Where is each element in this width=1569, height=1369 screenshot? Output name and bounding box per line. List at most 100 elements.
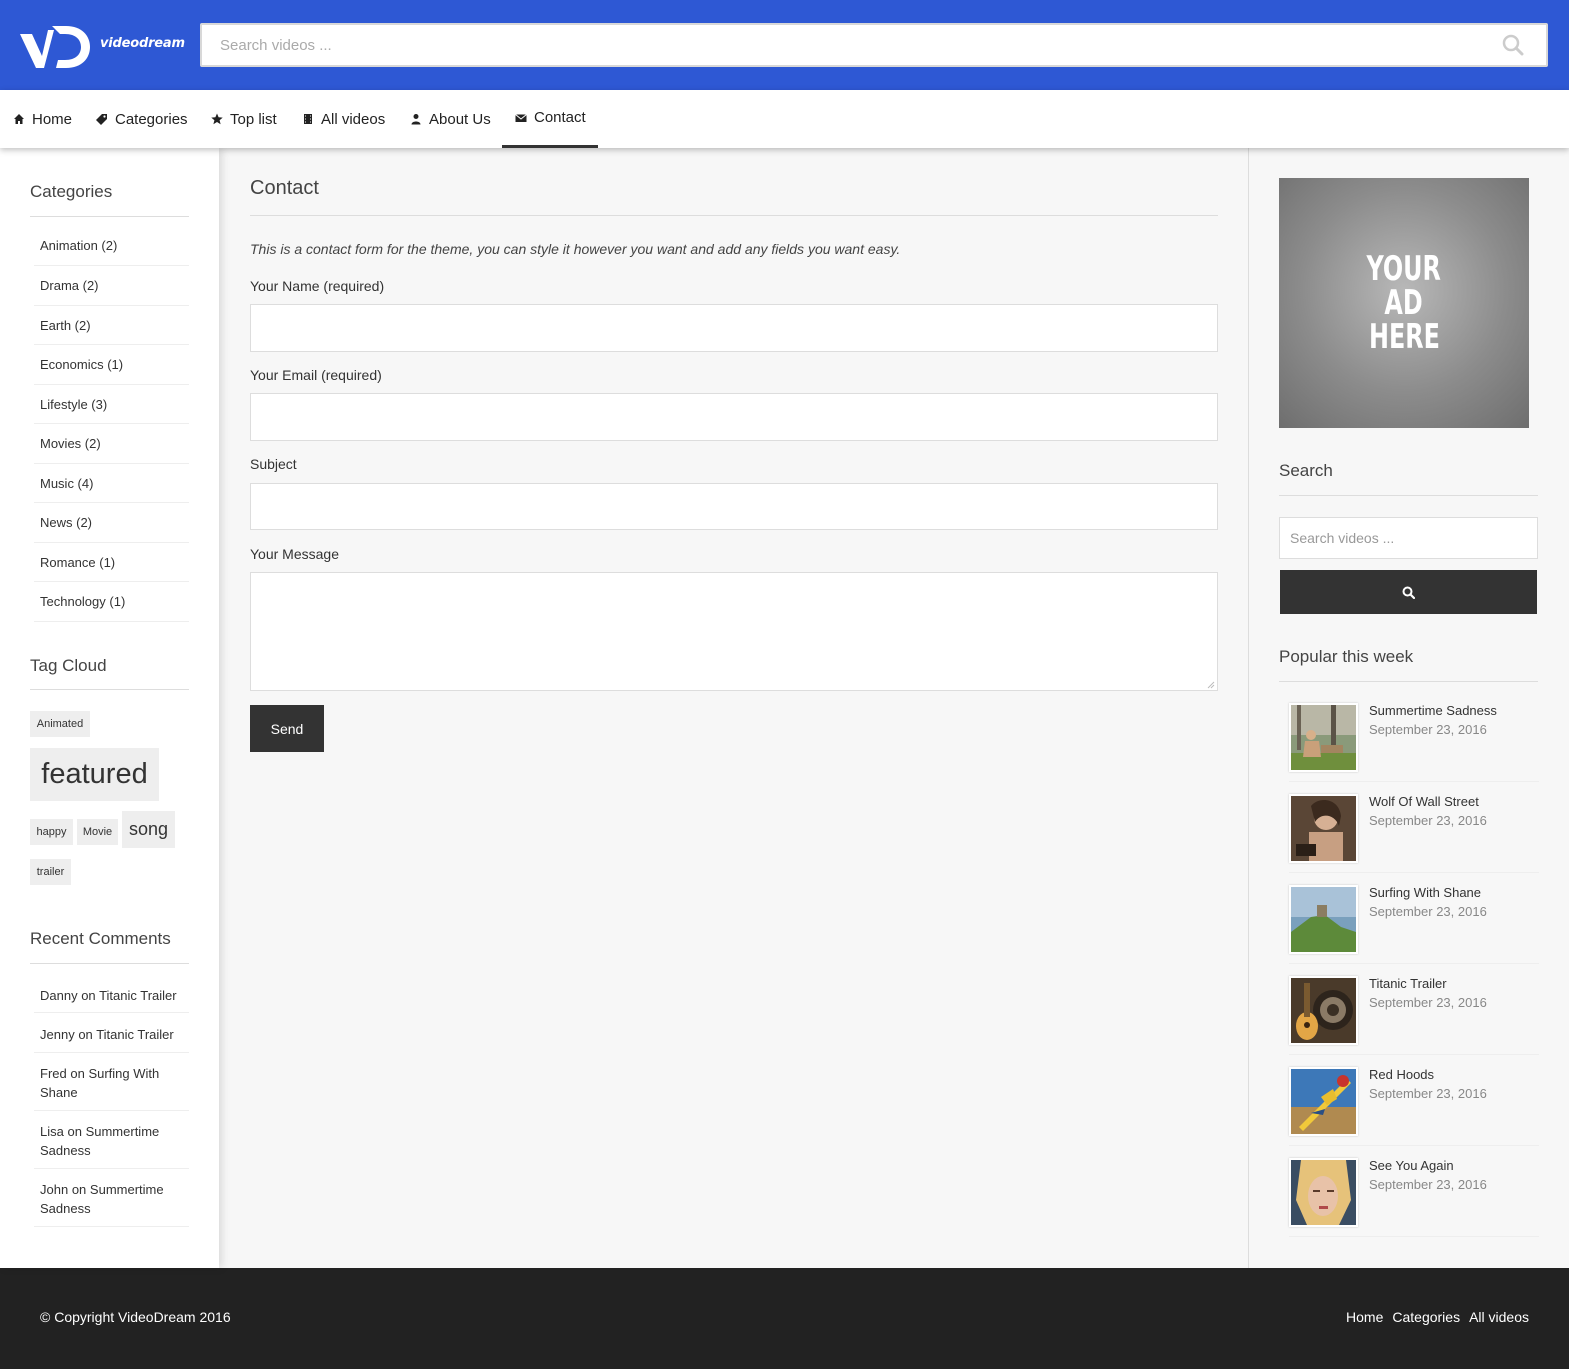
popular-item-title[interactable]: Wolf Of Wall Street	[1369, 794, 1479, 809]
popular-item[interactable]: Surfing With Shane September 23, 2016	[1289, 885, 1539, 965]
popular-item-title[interactable]: Surfing With Shane	[1369, 885, 1481, 900]
sidebar-search-input[interactable]	[1279, 517, 1538, 559]
category-link[interactable]: Romance (1)	[40, 555, 115, 570]
comment-author[interactable]: Lisa	[40, 1124, 64, 1139]
divider	[34, 581, 189, 582]
comment-on: on	[81, 988, 96, 1003]
send-button[interactable]: Send	[250, 705, 324, 752]
comment-on: on	[70, 1066, 85, 1081]
category-link[interactable]: Lifestyle (3)	[40, 397, 107, 412]
recent-comments-title: Recent Comments	[30, 929, 171, 948]
divider	[34, 502, 189, 503]
divider	[1289, 963, 1539, 964]
left-sidebar: Categories Animation (2) Drama (2) Earth…	[0, 148, 219, 1268]
video-thumbnail[interactable]	[1289, 885, 1358, 954]
category-link[interactable]: Earth (2)	[40, 318, 91, 333]
divider	[30, 689, 189, 690]
nav-all-videos[interactable]: All videos	[302, 90, 385, 148]
tag-link[interactable]: Animated	[30, 711, 90, 737]
nav-categories[interactable]: Categories	[96, 90, 188, 148]
popular-item-title[interactable]: Red Hoods	[1369, 1067, 1434, 1082]
comment-author[interactable]: Jenny	[40, 1027, 75, 1042]
category-link[interactable]: Economics (1)	[40, 357, 123, 372]
popular-item[interactable]: Red Hoods September 23, 2016	[1289, 1067, 1539, 1147]
category-link[interactable]: Movies (2)	[40, 436, 101, 451]
subject-field[interactable]	[250, 483, 1218, 530]
recent-comment: John on Summertime Sadness	[40, 1180, 190, 1218]
popular-item[interactable]: Titanic Trailer September 23, 2016	[1289, 976, 1539, 1056]
comment-on: on	[67, 1124, 82, 1139]
tag-link[interactable]: trailer	[30, 859, 71, 885]
divider	[34, 1110, 189, 1111]
popular-item[interactable]: See You Again September 23, 2016	[1289, 1158, 1539, 1238]
divider	[34, 265, 189, 266]
ad-text-line: YOUR	[1366, 249, 1442, 289]
header-search	[200, 23, 1548, 67]
divider	[34, 621, 189, 622]
categories-widget-title: Categories	[30, 182, 113, 201]
divider	[34, 384, 189, 385]
nav-contact[interactable]: Contact	[502, 90, 598, 148]
comment-on: on	[78, 1027, 93, 1042]
comment-post-link[interactable]: Titanic Trailer	[96, 1027, 174, 1042]
comment-author[interactable]: Fred	[40, 1066, 67, 1081]
video-thumbnail[interactable]	[1289, 1067, 1358, 1136]
ad-text-line: HERE	[1368, 317, 1440, 357]
nav-top-list[interactable]: Top list	[211, 90, 277, 148]
divider	[34, 1168, 189, 1169]
divider	[34, 344, 189, 345]
message-field[interactable]	[250, 572, 1218, 691]
divider	[34, 305, 189, 306]
popular-item[interactable]: Wolf Of Wall Street September 23, 2016	[1289, 794, 1539, 874]
nav-top-list-label: Top list	[230, 110, 277, 128]
comment-author[interactable]: Danny	[40, 988, 78, 1003]
category-link[interactable]: Drama (2)	[40, 278, 99, 293]
category-link[interactable]: Technology (1)	[40, 594, 125, 609]
resize-handle-icon[interactable]	[1206, 680, 1215, 689]
divider	[1289, 1054, 1539, 1055]
tag-link[interactable]: featured	[30, 748, 159, 801]
logo-mark-icon	[20, 26, 90, 68]
divider	[34, 1052, 189, 1053]
video-thumbnail[interactable]	[1289, 976, 1358, 1045]
brand-name: videodream	[100, 36, 185, 51]
footer-link-all-videos[interactable]: All videos	[1469, 1309, 1529, 1325]
recent-comment: Fred on Surfing With Shane	[40, 1064, 190, 1102]
video-thumbnail[interactable]	[1289, 794, 1358, 863]
popular-widget-title: Popular this week	[1279, 647, 1414, 666]
nav-about-us[interactable]: About Us	[410, 90, 491, 148]
home-icon	[14, 114, 24, 124]
footer-link-categories[interactable]: Categories	[1392, 1309, 1460, 1325]
popular-item-title[interactable]: Summertime Sadness	[1369, 703, 1497, 718]
email-field[interactable]	[250, 393, 1218, 441]
video-thumbnail[interactable]	[1289, 703, 1358, 772]
star-icon	[211, 113, 223, 125]
search-icon	[1402, 586, 1415, 599]
nav-home[interactable]: Home	[13, 90, 72, 148]
video-thumbnail[interactable]	[1289, 1158, 1358, 1227]
category-link[interactable]: Music (4)	[40, 476, 93, 491]
sidebar-search-button[interactable]	[1280, 570, 1537, 614]
header-search-input[interactable]	[220, 25, 1470, 65]
popular-item[interactable]: Summertime Sadness September 23, 2016	[1289, 703, 1539, 783]
comment-post-link[interactable]: Titanic Trailer	[99, 988, 177, 1003]
ad-banner[interactable]: YOUR AD HERE	[1279, 178, 1529, 428]
tag-link[interactable]: Movie	[77, 819, 118, 845]
name-field[interactable]	[250, 304, 1218, 352]
category-link[interactable]: Animation (2)	[40, 238, 117, 253]
popular-item-title[interactable]: See You Again	[1369, 1158, 1454, 1173]
recent-comment: Lisa on Summertime Sadness	[40, 1122, 190, 1160]
site-logo[interactable]: videodream	[18, 20, 185, 70]
popular-item-title[interactable]: Titanic Trailer	[1369, 976, 1447, 991]
divider	[1289, 1145, 1539, 1146]
tag-link[interactable]: song	[122, 811, 175, 848]
popular-item-date: September 23, 2016	[1369, 1177, 1487, 1192]
search-icon[interactable]	[1502, 34, 1524, 56]
divider	[1279, 681, 1538, 682]
name-label: Your Name (required)	[250, 278, 385, 294]
comment-author[interactable]: John	[40, 1182, 68, 1197]
main-nav: Home Categories Top list All videos Abou…	[0, 90, 1569, 148]
tag-link[interactable]: happy	[30, 819, 73, 845]
category-link[interactable]: News (2)	[40, 515, 92, 530]
footer-link-home[interactable]: Home	[1346, 1309, 1383, 1325]
